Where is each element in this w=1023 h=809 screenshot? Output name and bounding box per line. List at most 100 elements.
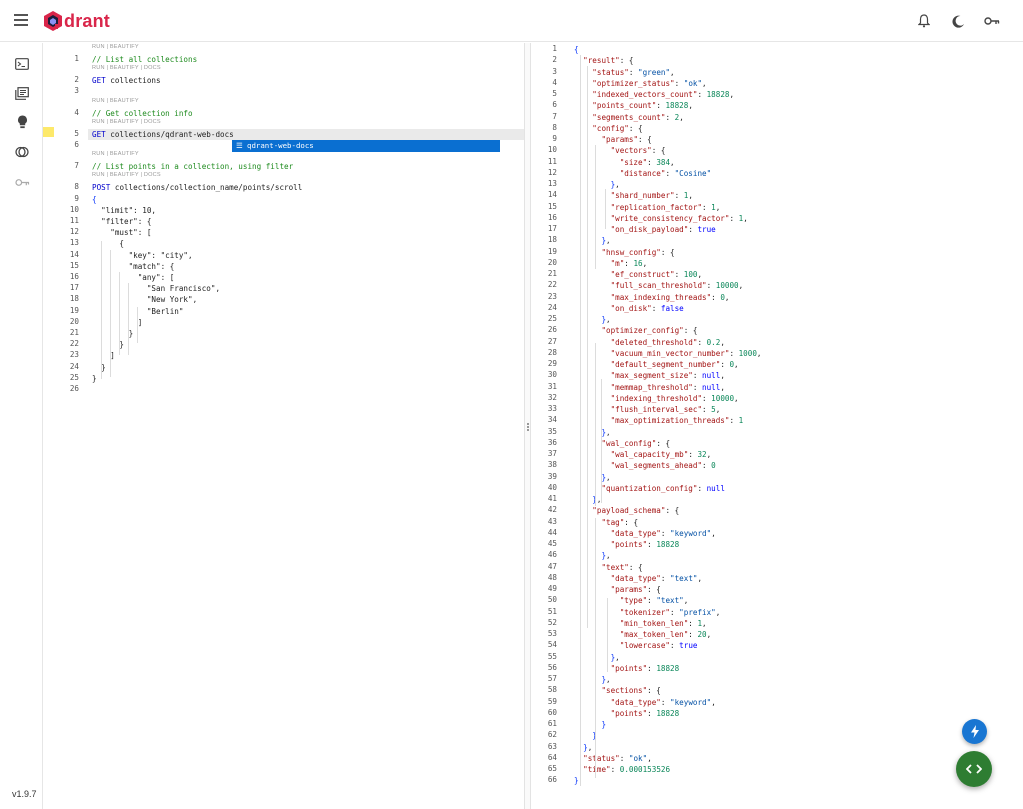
code-icon bbox=[966, 764, 982, 774]
line-number: 15 bbox=[547, 201, 557, 211]
json-line: "on_disk_payload": true bbox=[610, 225, 716, 234]
code-line[interactable]: "match": { bbox=[92, 261, 573, 272]
code-text: "filter": { bbox=[92, 217, 152, 226]
moon-icon[interactable] bbox=[949, 12, 967, 30]
json-line: "flush_interval_sec": 5, bbox=[610, 405, 721, 414]
json-line: "data_type": "keyword", bbox=[610, 697, 716, 707]
json-line: "sections": { bbox=[601, 686, 661, 696]
splitter-handle-icon[interactable] bbox=[527, 423, 529, 431]
qdrant-logo[interactable]: drant bbox=[44, 9, 110, 33]
json-line: "deleted_threshold": 0.2, bbox=[610, 337, 725, 347]
code-line[interactable]: } bbox=[92, 373, 573, 384]
code-lens-actions[interactable]: RUN | BEAUTIFY bbox=[92, 151, 139, 157]
code-line[interactable]: GET collections bbox=[92, 75, 573, 86]
code-line[interactable]: "Berlin" bbox=[92, 306, 573, 317]
collections-icon[interactable] bbox=[13, 84, 31, 102]
json-line: }, bbox=[601, 427, 611, 437]
json-line: "status": "green", bbox=[592, 67, 675, 77]
line-number: 13 bbox=[547, 179, 557, 188]
code-line[interactable]: } bbox=[92, 362, 573, 373]
code-line[interactable]: "key": "city", bbox=[92, 250, 573, 261]
line-number: 34 bbox=[547, 415, 557, 425]
datasets-icon[interactable] bbox=[13, 143, 31, 161]
code-line[interactable]: // List all collections bbox=[92, 54, 573, 65]
code-line[interactable]: // List points in a collection, using fi… bbox=[92, 161, 573, 172]
response-viewer[interactable]: 1 {2 "result": {3 "status": "green", 4 "op… bbox=[531, 43, 1023, 809]
json-line: "min_token_len": 1, bbox=[619, 618, 707, 628]
line-number: 58 bbox=[547, 685, 557, 695]
line-number: 24 bbox=[69, 361, 79, 371]
run-button[interactable] bbox=[962, 719, 987, 744]
json-line: "size": 384, bbox=[619, 157, 675, 167]
code-lens-actions[interactable]: RUN | BEAUTIFY bbox=[92, 44, 139, 50]
json-line: "optimizer_status": "ok", bbox=[592, 78, 707, 88]
indent-guide bbox=[110, 250, 111, 377]
code-line[interactable]: "must": [ bbox=[92, 227, 573, 238]
line-number: 25 bbox=[547, 314, 557, 323]
line-number: 11 bbox=[547, 156, 557, 166]
line-number: 14 bbox=[69, 249, 79, 259]
key-icon[interactable] bbox=[983, 12, 1001, 30]
line-number: 17 bbox=[69, 283, 79, 293]
code-line[interactable] bbox=[92, 140, 573, 151]
code-line[interactable]: { bbox=[92, 194, 573, 205]
json-line: "max_token_len": 20, bbox=[619, 630, 712, 639]
api-key-icon[interactable] bbox=[13, 173, 31, 191]
json-line: "params": { bbox=[610, 585, 661, 594]
code-snippet-button[interactable] bbox=[956, 751, 992, 787]
code-line[interactable]: "San Francisco", bbox=[92, 283, 573, 294]
indent-guide bbox=[101, 241, 102, 379]
line-number: 53 bbox=[547, 629, 557, 638]
line-number: 50 bbox=[547, 595, 557, 605]
json-line: "wal_capacity_mb": 32, bbox=[610, 450, 712, 459]
code-lens-actions[interactable]: RUN | BEAUTIFY bbox=[92, 98, 139, 104]
json-line: "memmap_threshold": null, bbox=[610, 382, 725, 392]
line-number: 66 bbox=[547, 775, 557, 785]
line-number: 2 bbox=[74, 75, 79, 85]
code-line[interactable]: POST collections/collection_name/points/… bbox=[92, 182, 573, 193]
code-line[interactable] bbox=[92, 86, 573, 97]
code-line[interactable]: ] bbox=[92, 350, 573, 361]
code-line[interactable]: "filter": { bbox=[92, 216, 573, 227]
line-number: 43 bbox=[547, 516, 557, 526]
code-line[interactable]: "any": [ bbox=[92, 272, 573, 283]
code-line[interactable]: ] bbox=[92, 317, 573, 328]
code-line[interactable]: "limit": 10, bbox=[92, 205, 573, 216]
line-number: 29 bbox=[547, 359, 557, 368]
bell-icon[interactable] bbox=[915, 12, 933, 30]
json-line: }, bbox=[601, 236, 611, 246]
line-number: 6 bbox=[552, 100, 557, 110]
code-lens-actions[interactable]: RUN | BEAUTIFY | DOCS bbox=[92, 172, 161, 178]
code-line[interactable]: } bbox=[92, 328, 573, 339]
line-number: 4 bbox=[552, 77, 557, 87]
json-line: "vectors": { bbox=[610, 146, 666, 156]
line-number: 3 bbox=[552, 66, 557, 76]
menu-icon[interactable] bbox=[14, 14, 28, 26]
json-line: "params": { bbox=[601, 135, 652, 144]
line-number: 64 bbox=[547, 752, 557, 762]
indent-guide bbox=[587, 66, 588, 628]
line-number: 3 bbox=[74, 86, 79, 96]
indent-guide bbox=[119, 272, 120, 355]
code-text: // List all collections bbox=[92, 55, 198, 64]
code-text: "New York", bbox=[92, 295, 198, 305]
request-editor[interactable]: RUN | BEAUTIFY 1// List all collections RU… bbox=[43, 43, 543, 809]
code-line[interactable]: "New York", bbox=[92, 294, 573, 305]
json-line: "vacuum_min_vector_number": 1000, bbox=[610, 348, 762, 358]
code-lens-actions[interactable]: RUN | BEAUTIFY | DOCS bbox=[92, 65, 161, 71]
json-line: "config": { bbox=[592, 123, 643, 133]
line-number: 24 bbox=[547, 302, 557, 312]
line-number: 11 bbox=[69, 216, 79, 225]
code-line[interactable]: GET collections/qdrant-web-docs bbox=[92, 129, 573, 140]
code-line[interactable]: } bbox=[92, 339, 573, 350]
line-number: 21 bbox=[547, 269, 557, 278]
code-line[interactable]: { bbox=[92, 238, 573, 249]
console-icon[interactable] bbox=[13, 55, 31, 73]
code-line[interactable]: // Get collection info bbox=[92, 108, 573, 119]
json-line: "on_disk": false bbox=[610, 303, 684, 313]
code-line[interactable] bbox=[92, 384, 573, 395]
code-lens-actions[interactable]: RUN | BEAUTIFY | DOCS bbox=[92, 119, 161, 125]
json-line: "max_segment_size": null, bbox=[610, 371, 725, 381]
tutorial-lightbulb-icon[interactable] bbox=[13, 113, 31, 131]
line-number: 8 bbox=[552, 122, 557, 132]
